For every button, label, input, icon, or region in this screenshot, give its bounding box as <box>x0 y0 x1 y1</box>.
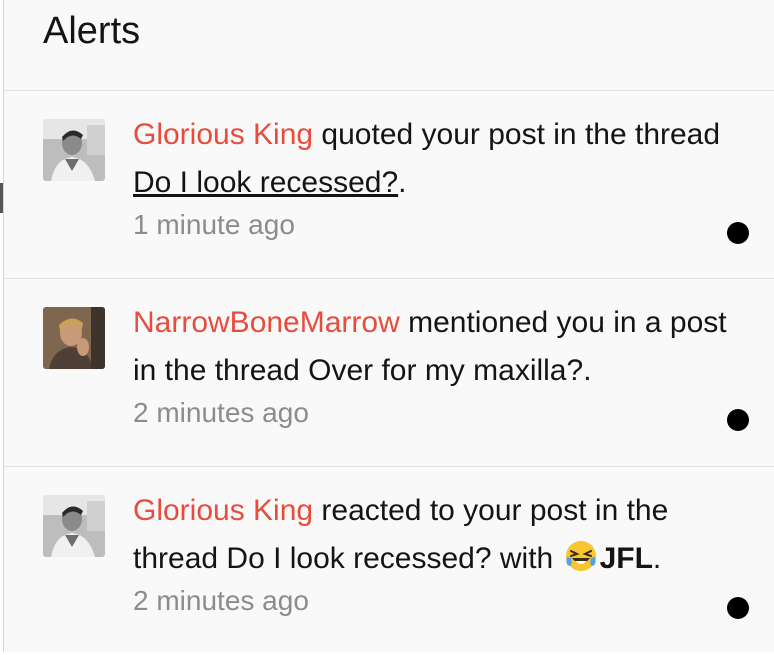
username-link[interactable]: Glorious King <box>133 494 313 527</box>
alerts-panel: Alerts Glorious King quoted your post in… <box>3 0 774 652</box>
unread-indicator[interactable] <box>727 597 749 619</box>
username-link[interactable]: Glorious King <box>133 118 313 151</box>
alerts-header: Alerts <box>4 0 774 91</box>
alert-timestamp: 1 minute ago <box>133 209 295 240</box>
alert-item[interactable]: Glorious King reacted to your post in th… <box>4 467 774 655</box>
alert-message: Glorious King reacted to your post in th… <box>133 487 753 583</box>
alert-text: with <box>491 542 562 575</box>
unread-indicator[interactable] <box>727 222 749 244</box>
alert-message: Glorious King quoted your post in the th… <box>133 111 753 207</box>
thread-title[interactable]: Do I look recessed? <box>226 542 491 575</box>
crying-laughing-emoji-icon <box>565 541 596 571</box>
alert-text: quoted your post in the thread <box>313 118 721 151</box>
unread-indicator[interactable] <box>727 409 749 431</box>
alert-punctuation: . <box>652 542 662 575</box>
reaction-name: JFL <box>599 542 653 575</box>
alert-item[interactable]: NarrowBoneMarrow mentioned you in a post… <box>4 279 774 467</box>
thread-title[interactable]: Over for my maxilla? <box>308 354 583 387</box>
alert-timestamp: 2 minutes ago <box>133 397 309 428</box>
alert-message: NarrowBoneMarrow mentioned you in a post… <box>133 299 753 395</box>
username-link[interactable]: NarrowBoneMarrow <box>133 306 400 339</box>
alert-item[interactable]: Glorious King quoted your post in the th… <box>4 91 774 279</box>
user-avatar[interactable] <box>43 307 105 369</box>
user-avatar[interactable] <box>43 119 105 181</box>
alert-timestamp: 2 minutes ago <box>133 585 309 616</box>
alert-punctuation: . <box>398 166 407 199</box>
user-avatar[interactable] <box>43 495 105 557</box>
alerts-title: Alerts <box>43 10 141 52</box>
thread-link[interactable]: Do I look recessed? <box>133 166 398 199</box>
alert-punctuation: . <box>583 354 592 387</box>
